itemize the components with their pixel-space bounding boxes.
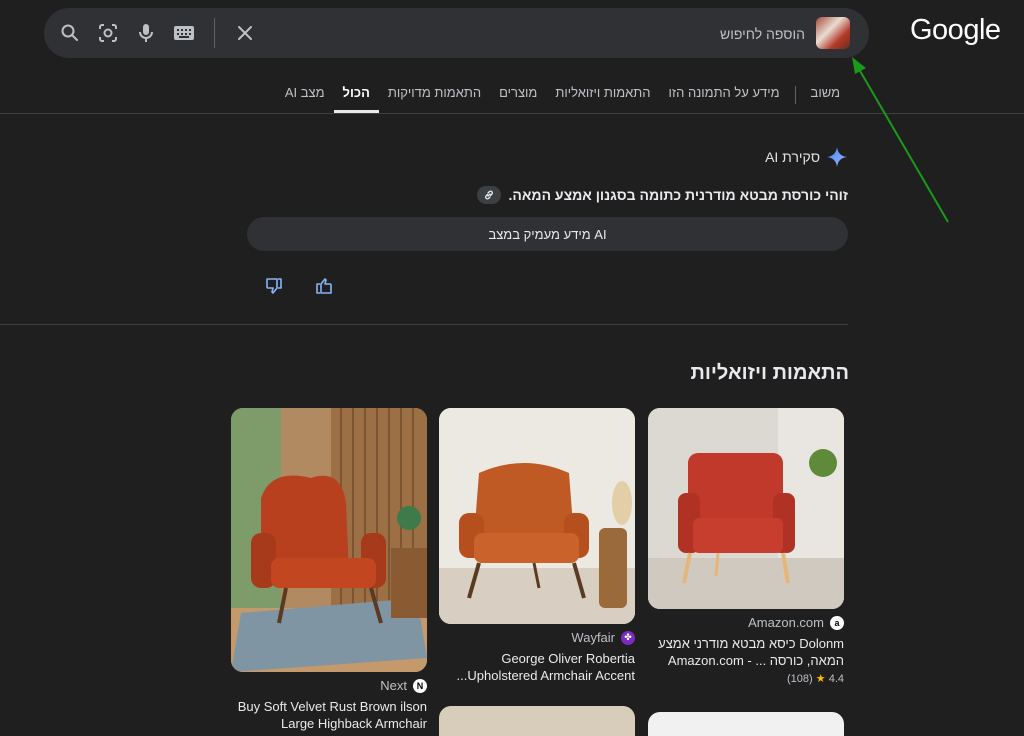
product-image[interactable] [231,408,427,672]
search-bar[interactable] [44,8,869,60]
star-icon: ★ [815,673,826,685]
google-logo[interactable]: Google [910,14,1001,47]
card-source: Amazon.com a [648,615,844,630]
thumbs-down-icon[interactable] [262,274,286,298]
ai-summary-text: זוהי כורסת מבטא מודרנית כתומה בסגנון אמצ… [508,187,849,203]
product-image[interactable] [648,408,844,609]
card-rating: (108) ★ 4.4 [648,672,844,685]
tabs-divider [794,86,796,104]
source-name: Next [380,678,407,693]
card-title[interactable]: Buy Soft Velvet Rust Brown ilson Large H… [231,698,427,732]
wayfair-icon: ✤ [621,630,635,645]
ai-mode-deep-dive-button[interactable]: מידע מעמיק במצב AI [247,217,848,251]
link-icon[interactable] [476,186,501,204]
tab-products[interactable]: מוצרים [490,86,546,113]
tab-about-image[interactable]: מידע על התמונה הזו [660,86,789,113]
visual-match-card-next[interactable]: Next N Buy Soft Velvet Rust Brown ilson … [231,408,427,732]
tab-exact-matches[interactable]: התאמות מדויקות [379,86,490,113]
ai-overview-title: סקירת AI [765,149,820,165]
visual-matches-title: התאמות ויזואליות [690,362,850,384]
section-divider [0,324,848,325]
mic-icon[interactable] [134,21,158,45]
next-icon: N [413,678,427,693]
search-image-thumbnail[interactable] [816,17,850,49]
card-source: Wayfair ✤ [439,630,635,645]
source-name: Wayfair [571,630,615,645]
visual-match-card-wayfair[interactable]: Wayfair ✤ George Oliver Robertia Upholst… [439,408,635,684]
ai-overview-header: סקירת AI [765,146,848,168]
visual-match-card-partial[interactable] [648,712,844,736]
card-source: Next N [231,678,427,693]
card-title[interactable]: Dolonm כיסא מבטא מודרני אמצע המאה, כורסה… [648,635,844,669]
lens-icon[interactable] [96,21,120,45]
search-divider [214,18,215,48]
feedback-buttons [262,274,336,298]
visual-match-card-amazon[interactable]: Amazon.com a Dolonm כיסא מבטא מודרני אמצ… [648,408,844,685]
annotation-arrow [852,57,949,223]
rating-value: 4.4 [828,673,844,685]
source-name: Amazon.com [748,615,824,630]
tab-ai-mode[interactable]: מצב AI [276,86,334,113]
card-title[interactable]: George Oliver Robertia Upholstered Armch… [439,650,635,684]
search-tabs: מצב AI הכול התאמות מדויקות מוצרים התאמות… [276,86,849,114]
tab-visual-matches[interactable]: התאמות ויזואליות [546,86,659,113]
review-count: (108) [787,673,813,685]
product-image[interactable] [439,408,635,624]
search-icon[interactable] [58,21,82,45]
ai-overview-summary: זוהי כורסת מבטא מודרנית כתומה בסגנון אמצ… [476,186,849,204]
keyboard-icon[interactable] [172,21,196,45]
close-icon[interactable] [233,21,257,45]
visual-match-card-partial[interactable] [439,706,635,736]
search-input[interactable] [343,8,807,60]
amazon-icon: a [830,615,844,630]
thumbs-up-icon[interactable] [312,274,336,298]
tab-all[interactable]: הכול [333,86,379,113]
